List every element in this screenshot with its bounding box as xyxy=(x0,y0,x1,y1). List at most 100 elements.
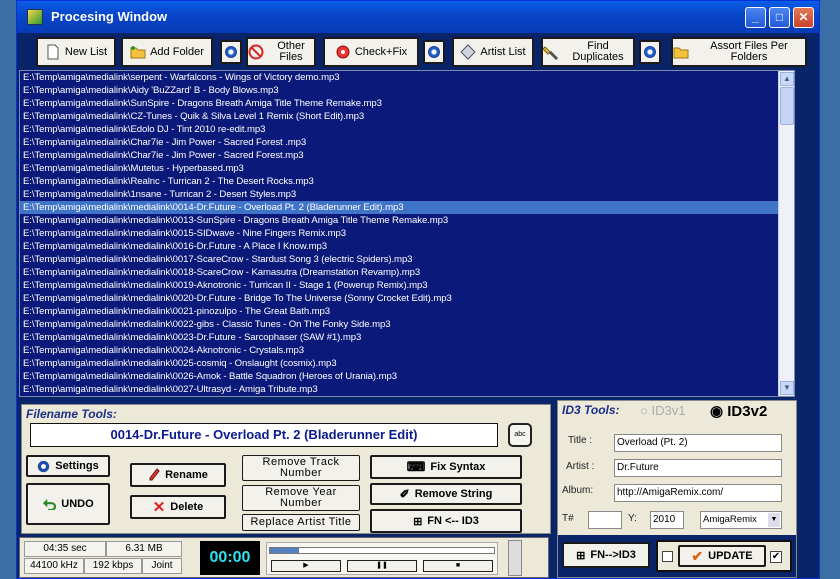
file-list-item[interactable]: E:\Temp\amiga\medialink\Aidy 'BuZZard' B… xyxy=(20,84,794,97)
toolbar: New List Add Folder Other Files Check+Fi… xyxy=(17,33,819,69)
file-list-item[interactable]: E:\Temp\amiga\medialink\medialink\0027-U… xyxy=(20,383,794,396)
replace-artist-label: Replace Artist Title xyxy=(250,516,352,528)
file-list-item[interactable]: E:\Temp\amiga\medialink\medialink\0016-D… xyxy=(20,240,794,253)
find-duplicates-settings-icon[interactable] xyxy=(639,40,661,64)
delete-button[interactable]: ✕ Delete xyxy=(130,495,226,519)
window-title: Procesing Window xyxy=(51,9,168,24)
album-field[interactable]: http://AmigaRemix.com/ xyxy=(614,484,782,502)
check-fix-settings-icon[interactable] xyxy=(423,40,445,64)
file-list-item[interactable]: E:\Temp\amiga\medialink\medialink\0015-S… xyxy=(20,227,794,240)
remove-track-number-button[interactable]: Remove Track Number xyxy=(242,455,360,481)
track-field[interactable] xyxy=(588,511,622,529)
file-list-item[interactable]: E:\Temp\amiga\medialink\medialink\0019-A… xyxy=(20,279,794,292)
chevron-down-icon[interactable]: ▼ xyxy=(768,513,780,527)
tag-icon: ⊞ xyxy=(576,549,586,562)
undo-arrow-icon xyxy=(43,498,57,510)
delete-x-icon: ✕ xyxy=(152,499,166,516)
new-list-button[interactable]: New List xyxy=(36,37,116,67)
artist-list-label: Artist List xyxy=(480,45,526,58)
title-bar[interactable]: Procesing Window _ □ ✕ xyxy=(17,1,819,33)
fix-gear-icon xyxy=(336,45,350,59)
maximize-button[interactable]: □ xyxy=(769,7,790,28)
minimize-button[interactable]: _ xyxy=(745,7,766,28)
file-list-item[interactable]: E:\Temp\amiga\medialink\CZ-Tunes - Quik … xyxy=(20,110,794,123)
year-field[interactable]: 2010 xyxy=(650,511,684,529)
title-field[interactable]: Overload (Pt. 2) xyxy=(614,434,782,452)
file-list-item[interactable]: E:\Temp\amiga\medialink\medialink\0013-S… xyxy=(20,214,794,227)
artist-field[interactable]: Dr.Future xyxy=(614,459,782,477)
file-list-item[interactable]: E:\Temp\amiga\medialink\medialink\0023-D… xyxy=(20,331,794,344)
artist-list-button[interactable]: Artist List xyxy=(452,37,534,67)
playback-time: 00:00 xyxy=(200,541,260,575)
stop-button[interactable]: ■ xyxy=(423,560,493,572)
file-list-item[interactable]: E:\Temp\amiga\medialink\medialink\0018-S… xyxy=(20,266,794,279)
file-list-item[interactable]: E:\Temp\amiga\medialink\medialink\0024-A… xyxy=(20,344,794,357)
assort-files-button[interactable]: Assort Files Per Folders xyxy=(671,37,807,67)
file-list-item[interactable]: E:\Temp\amiga\medialink\medialink\0021-p… xyxy=(20,305,794,318)
sample-rate-display: 44100 kHz xyxy=(24,558,84,574)
file-list[interactable]: E:\Temp\amiga\medialink\serpent - Warfal… xyxy=(19,70,795,397)
add-folder-settings-icon[interactable] xyxy=(220,40,242,64)
undo-button[interactable]: UNDO xyxy=(26,483,110,525)
filesize-display: 6.31 MB xyxy=(106,541,182,557)
file-list-item[interactable]: E:\Temp\amiga\medialink\Char7ie - Jim Po… xyxy=(20,136,794,149)
remove-year-number-button[interactable]: Remove Year Number xyxy=(242,485,360,511)
player-controls: ▶ ❚❚ ■ xyxy=(266,542,498,575)
id3v2-radio[interactable]: ◉ ID3v2 xyxy=(710,402,767,420)
volume-slider[interactable] xyxy=(508,540,522,576)
close-button[interactable]: ✕ xyxy=(793,7,814,28)
update-button[interactable]: ✔ UPDATE xyxy=(678,545,766,567)
delete-label: Delete xyxy=(170,501,204,513)
add-folder-button[interactable]: Add Folder xyxy=(121,37,213,67)
file-list-item[interactable]: E:\Temp\amiga\medialink\Char7ie - Jim Po… xyxy=(20,149,794,162)
scroll-up-icon[interactable]: ▲ xyxy=(780,72,794,86)
file-list-item[interactable]: E:\Temp\amiga\medialink\medialink\0025-c… xyxy=(20,357,794,370)
id3-to-fn-button[interactable]: ⊞ FN-->ID3 xyxy=(562,542,650,568)
remove-track-label: Remove Track Number xyxy=(262,456,340,479)
find-duplicates-button[interactable]: Find Duplicates xyxy=(541,37,635,67)
file-list-item[interactable]: E:\Temp\amiga\medialink\medialink\0020-D… xyxy=(20,292,794,305)
file-list-item[interactable]: E:\Temp\amiga\medialink\serpent - Warfal… xyxy=(20,71,794,84)
file-list-item[interactable]: E:\Temp\amiga\medialink\1nsane - Turrica… xyxy=(20,188,794,201)
scroll-thumb[interactable] xyxy=(780,87,794,125)
scroll-down-icon[interactable]: ▼ xyxy=(780,381,794,395)
new-list-label: New List xyxy=(64,45,108,58)
update-checkbox-checked[interactable]: ✔ xyxy=(770,551,782,563)
rename-button[interactable]: Rename xyxy=(130,463,226,487)
genre-select[interactable]: AmigaRemix ▼ xyxy=(700,511,782,529)
file-list-item[interactable]: E:\Temp\amiga\medialink\medialink\0017-S… xyxy=(20,253,794,266)
genre-value: AmigaRemix xyxy=(703,514,757,525)
other-files-button[interactable]: Other Files xyxy=(246,37,316,67)
remove-year-label: Remove Year Number xyxy=(265,486,337,509)
id3-tools-label: ID3 Tools: xyxy=(562,403,620,417)
id3-tools-panel: ID3 Tools: ○ ID3v1 ◉ ID3v2 Title : Overl… xyxy=(557,400,797,578)
file-list-item[interactable]: E:\Temp\amiga\medialink\Edolo DJ - Tint … xyxy=(20,123,794,136)
update-group: ✔ UPDATE ✔ xyxy=(656,540,792,572)
pause-button[interactable]: ❚❚ xyxy=(347,560,417,572)
spellcheck-button[interactable]: abc xyxy=(508,423,532,447)
other-files-label: Other Files xyxy=(277,40,305,63)
seek-bar[interactable] xyxy=(269,547,495,554)
vertical-scrollbar[interactable]: ▲ ▼ xyxy=(778,71,794,396)
update-pre-checkbox[interactable] xyxy=(662,551,673,562)
file-list-item[interactable]: E:\Temp\amiga\medialink\SunSpire - Drago… xyxy=(20,97,794,110)
fix-syntax-button[interactable]: ⌨ Fix Syntax xyxy=(370,455,522,479)
file-list-item[interactable]: E:\Temp\amiga\medialink\Mutetus - Hyperb… xyxy=(20,162,794,175)
tag-icon: ⊞ xyxy=(413,515,423,528)
file-list-item[interactable]: E:\Temp\amiga\medialink\Realnc - Turrica… xyxy=(20,175,794,188)
file-list-item[interactable]: E:\Temp\amiga\medialink\medialink\0026-A… xyxy=(20,370,794,383)
rename-label: Rename xyxy=(165,469,208,481)
id3v1-radio[interactable]: ○ ID3v1 xyxy=(640,403,685,418)
settings-button[interactable]: Settings xyxy=(26,455,110,477)
no-entry-icon xyxy=(248,44,264,60)
play-button[interactable]: ▶ xyxy=(271,560,341,572)
fn-from-id3-label: FN <-- ID3 xyxy=(427,515,479,527)
fn-from-id3-button[interactable]: ⊞ FN <-- ID3 xyxy=(370,509,522,533)
remove-string-button[interactable]: ✐ Remove String xyxy=(370,483,522,505)
file-list-item[interactable]: E:\Temp\amiga\medialink\medialink\0022-g… xyxy=(20,318,794,331)
file-list-item[interactable]: E:\Temp\amiga\medialink\medialink\0014-D… xyxy=(20,201,794,214)
replace-artist-title-button[interactable]: Replace Artist Title xyxy=(242,514,360,531)
check-fix-button[interactable]: Check+Fix xyxy=(323,37,419,67)
assort-files-label: Assort Files Per Folders xyxy=(710,40,788,63)
remove-string-label: Remove String xyxy=(414,488,493,500)
